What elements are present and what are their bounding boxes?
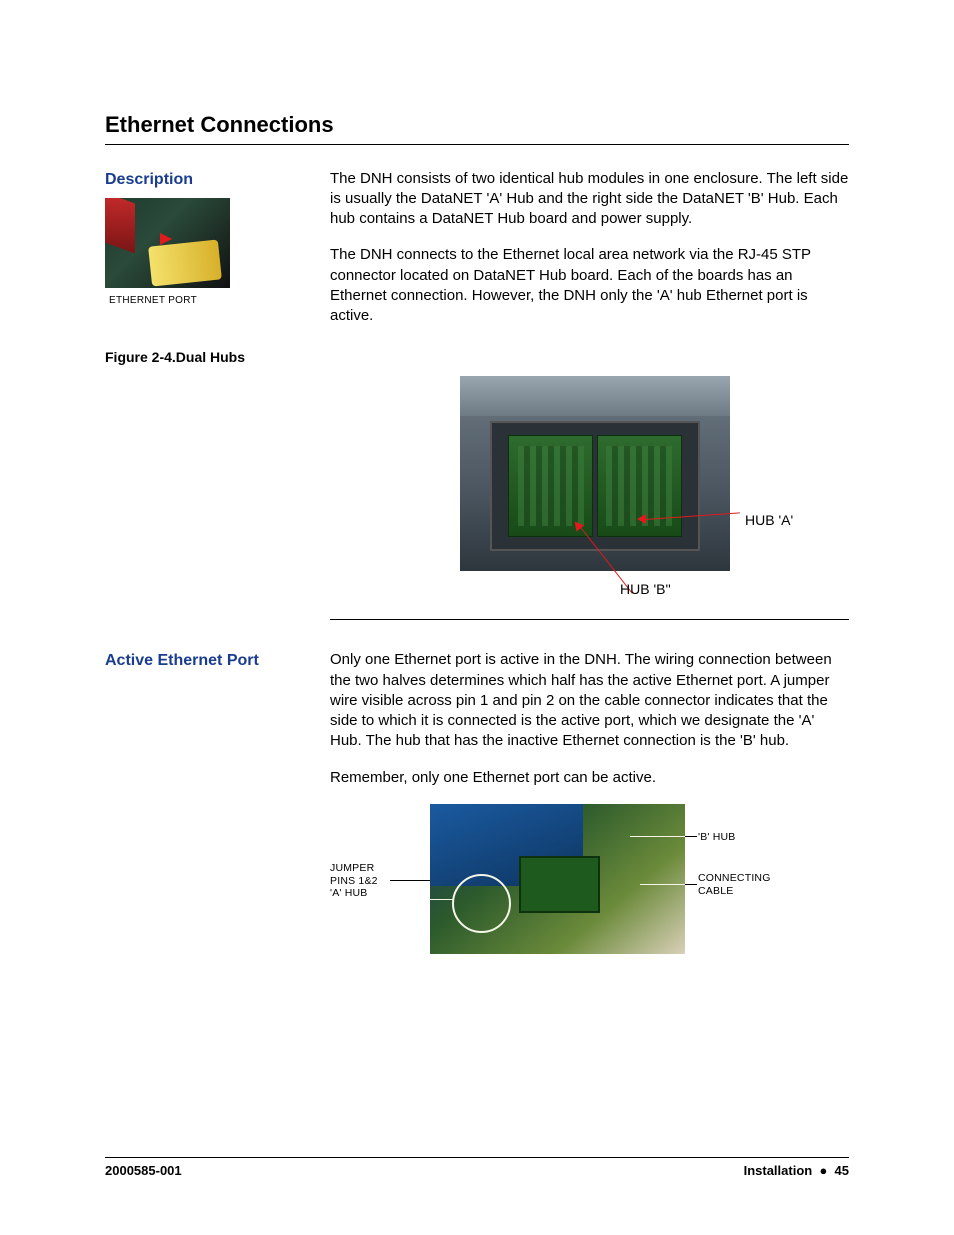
doc-number: 2000585-001 [105, 1162, 182, 1180]
active-port-paragraph-1: Only one Ethernet port is active in the … [330, 650, 849, 751]
figure-caption: Figure 2-4.Dual Hubs [105, 348, 330, 367]
hub-b-label: HUB 'B'' [620, 580, 671, 599]
active-port-heading: Active Ethernet Port [105, 650, 330, 672]
hub-a-label: HUB 'A' [745, 511, 793, 530]
jumper-photo [430, 804, 685, 954]
enclosure-photo [460, 376, 730, 571]
footer-right: Installation ● 45 [744, 1162, 849, 1180]
active-port-paragraph-2: Remember, only one Ethernet port can be … [330, 768, 849, 788]
description-heading: Description [105, 169, 330, 191]
jumper-figure: JUMPER PINS 1&2 'A' HUB 'B' HUB CONNECTI… [330, 804, 830, 954]
b-hub-label: 'B' HUB [698, 831, 736, 844]
connecting-cable-label: CONNECTING CABLE [698, 872, 771, 897]
description-paragraph-2: The DNH connects to the Ethernet local a… [330, 245, 849, 326]
ethernet-port-thumbnail [105, 198, 230, 288]
jumper-label: JUMPER PINS 1&2 'A' HUB [330, 862, 378, 900]
section-divider [330, 619, 849, 620]
dual-hubs-figure: HUB 'A' HUB 'B'' [460, 376, 845, 571]
page-title: Ethernet Connections [105, 110, 849, 145]
thumbnail-caption: ETHERNET PORT [109, 294, 330, 308]
description-paragraph-1: The DNH consists of two identical hub mo… [330, 169, 849, 230]
page-footer: 2000585-001 Installation ● 45 [105, 1157, 849, 1180]
